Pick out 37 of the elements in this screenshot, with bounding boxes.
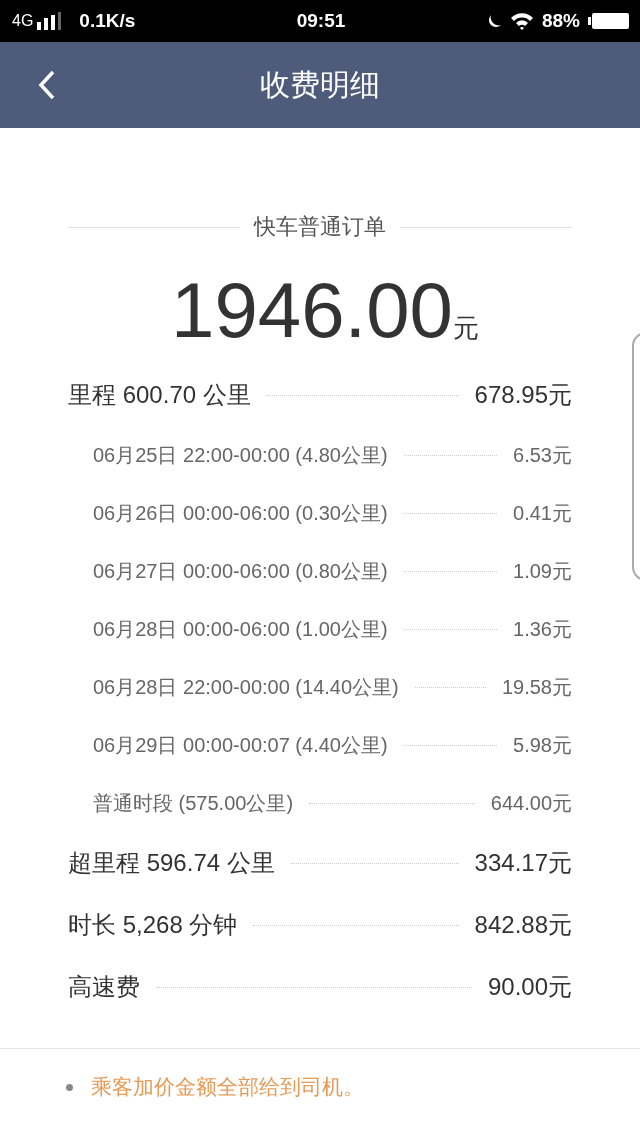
fee-amount: 90.00元 xyxy=(487,972,572,1002)
fee-amount: 6.53元 xyxy=(513,442,572,468)
fee-amount: 5.98元 xyxy=(513,732,572,758)
order-type: 快车普通订单 xyxy=(254,213,386,241)
fee-amount: 644.00元 xyxy=(490,790,572,816)
wifi-icon xyxy=(510,12,534,30)
fee-label: 06月26日 00:00-06:00 (0.30公里) xyxy=(93,500,388,526)
fee-amount: 334.17元 xyxy=(474,848,572,878)
total-amount: 1946.00 xyxy=(171,265,453,356)
battery-icon xyxy=(588,12,630,30)
fee-label: 06月27日 00:00-06:00 (0.80公里) xyxy=(93,558,388,584)
fee-label: 时长 5,268 分钟 xyxy=(68,910,238,940)
signal-icon xyxy=(37,12,64,30)
fee-amount: 0.41元 xyxy=(513,500,572,526)
fee-label: 超里程 596.74 公里 xyxy=(68,848,275,878)
fee-label: 06月25日 22:00-00:00 (4.80公里) xyxy=(93,442,388,468)
currency-unit: 元 xyxy=(452,312,479,345)
fee-amount: 1.09元 xyxy=(513,558,572,584)
clock: 09:51 xyxy=(296,10,346,32)
fee-amount: 678.95元 xyxy=(474,380,572,410)
page-title: 收费明细 xyxy=(260,65,380,104)
network-type: 4G xyxy=(12,12,34,30)
fee-label: 里程 600.70 公里 xyxy=(68,380,251,410)
moon-icon xyxy=(488,14,502,28)
fee-label: 06月28日 22:00-00:00 (14.40公里) xyxy=(93,674,399,700)
fee-label: 06月28日 00:00-06:00 (1.00公里) xyxy=(93,616,388,642)
bullet-icon xyxy=(66,1083,73,1091)
fee-amount: 842.88元 xyxy=(474,910,572,940)
fee-amount: 19.58元 xyxy=(501,674,572,700)
fee-label: 普通时段 (575.00公里) xyxy=(93,790,294,816)
battery-percent: 88% xyxy=(542,10,580,32)
fee-label: 高速费 xyxy=(68,972,140,1002)
network-speed: 0.1K/s xyxy=(79,10,136,32)
back-icon[interactable] xyxy=(38,70,56,100)
fee-amount: 1.36元 xyxy=(513,616,572,642)
fee-label: 06月29日 00:00-00:07 (4.40公里) xyxy=(93,732,388,758)
note-text: 乘客加价金额全部给到司机。 xyxy=(91,1074,364,1101)
